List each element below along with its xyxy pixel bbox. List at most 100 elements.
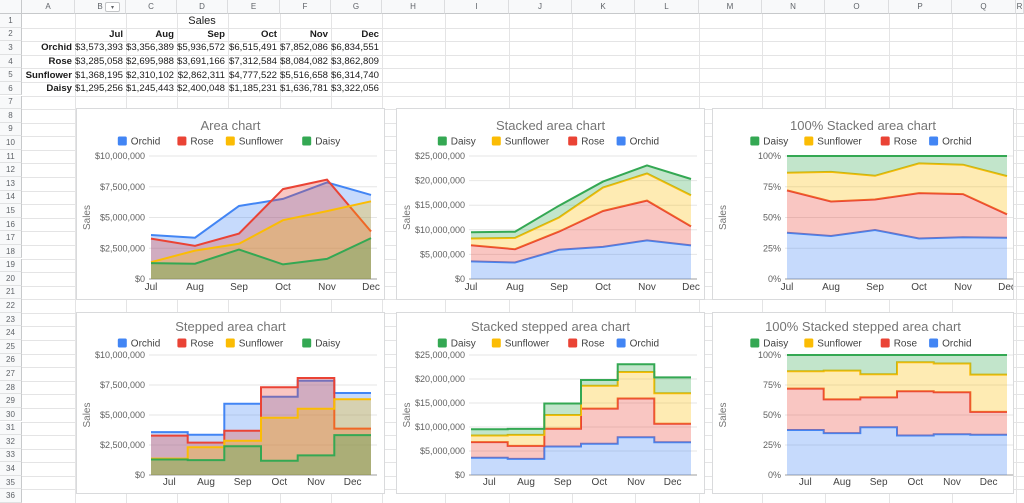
cell-month[interactable]: Nov — [280, 28, 331, 42]
row-header-9[interactable]: 9 — [0, 122, 22, 137]
cell-row-label[interactable]: Daisy — [22, 82, 75, 96]
column-header-R[interactable]: R — [1016, 0, 1024, 14]
column-header-O[interactable]: O — [825, 0, 889, 14]
cell-title[interactable]: Sales — [22, 14, 382, 28]
row-header-4[interactable]: 4 — [0, 54, 22, 69]
row-header-6[interactable]: 6 — [0, 81, 22, 96]
row-header-7[interactable]: 7 — [0, 95, 22, 110]
cell-row-label[interactable]: Orchid — [22, 41, 75, 55]
row-header-16[interactable]: 16 — [0, 217, 22, 232]
cell-value[interactable]: $6,314,740 — [331, 68, 382, 82]
column-header-P[interactable]: P — [889, 0, 952, 14]
column-header-J[interactable]: J — [509, 0, 572, 14]
column-header-L[interactable]: L — [635, 0, 699, 14]
cell-value[interactable]: $1,295,256 — [75, 82, 126, 96]
cell-value[interactable]: $2,310,102 — [126, 68, 177, 82]
column-header-E[interactable]: E — [228, 0, 280, 14]
row-header-1[interactable]: 1 — [0, 14, 22, 28]
cell-value[interactable]: $6,515,491 — [228, 41, 280, 55]
column-header-M[interactable]: M — [699, 0, 762, 14]
row-header-19[interactable]: 19 — [0, 258, 22, 273]
legend-label: Orchid — [630, 137, 659, 148]
row-header-32[interactable]: 32 — [0, 435, 22, 449]
row-header-27[interactable]: 27 — [0, 367, 22, 381]
row-header-8[interactable]: 8 — [0, 109, 22, 123]
column-header-G[interactable]: G — [331, 0, 382, 14]
cell-value[interactable]: $3,691,166 — [177, 55, 228, 69]
cell-value[interactable]: $2,400,048 — [177, 82, 228, 96]
row-header-2[interactable]: 2 — [0, 27, 22, 42]
cell-month[interactable]: Sep — [177, 28, 228, 42]
cell-row-label[interactable]: Rose — [22, 55, 75, 69]
column-header-A[interactable]: A — [22, 0, 75, 14]
row-header-15[interactable]: 15 — [0, 204, 22, 218]
row-header-21[interactable]: 21 — [0, 285, 22, 300]
cell-value[interactable]: $1,636,781 — [280, 82, 331, 96]
row-header-14[interactable]: 14 — [0, 190, 22, 205]
row-header-22[interactable]: 22 — [0, 299, 22, 313]
y-tick-label: $0 — [135, 274, 145, 284]
row-header-31[interactable]: 31 — [0, 421, 22, 436]
row-header-33[interactable]: 33 — [0, 448, 22, 463]
chart-area-chart[interactable]: Area chart Orchid Rose Sunflower Daisy $0 $2,5… — [76, 108, 385, 300]
column-header-F[interactable]: F — [280, 0, 331, 14]
row-header-11[interactable]: 11 — [0, 149, 22, 164]
cell-value[interactable]: $1,185,231 — [228, 82, 280, 96]
cell-value[interactable]: $3,573,393 — [75, 41, 126, 55]
chart-100-stacked-area-chart[interactable]: 100% Stacked area chart Daisy Sunflower Ros… — [712, 108, 1014, 300]
cell-value[interactable]: $7,312,584 — [228, 55, 280, 69]
cell-value[interactable]: $1,245,443 — [126, 82, 177, 96]
row-header-13[interactable]: 13 — [0, 177, 22, 191]
cell-value[interactable]: $5,516,658 — [280, 68, 331, 82]
chart-stacked-stepped-area-chart[interactable]: Stacked stepped area chart Daisy Sunflower… — [396, 312, 705, 494]
row-header-30[interactable]: 30 — [0, 407, 22, 422]
row-header-35[interactable]: 35 — [0, 475, 22, 490]
row-header-36[interactable]: 36 — [0, 489, 22, 503]
row-header-26[interactable]: 26 — [0, 353, 22, 368]
cell-value[interactable]: $7,852,086 — [280, 41, 331, 55]
cell-value[interactable]: $3,862,809 — [331, 55, 382, 69]
column-header-Q[interactable]: Q — [952, 0, 1016, 14]
row-header-23[interactable]: 23 — [0, 312, 22, 327]
cell-month[interactable]: Aug — [126, 28, 177, 42]
y-axis-title: Sales — [402, 205, 413, 230]
column-header-K[interactable]: K — [572, 0, 635, 14]
cell-month[interactable]: Oct — [228, 28, 280, 42]
chart-stepped-area-chart[interactable]: Stepped area chart Orchid Rose Sunflower Dai… — [76, 312, 385, 494]
x-tick-label: Sep — [234, 477, 252, 488]
row-header-17[interactable]: 17 — [0, 231, 22, 245]
cell-value[interactable]: $2,695,988 — [126, 55, 177, 69]
select-all-corner[interactable] — [0, 0, 22, 14]
column-header-I[interactable]: I — [445, 0, 509, 14]
cell-value[interactable]: $3,285,058 — [75, 55, 126, 69]
cell-value[interactable]: $5,936,572 — [177, 41, 228, 55]
row-header-29[interactable]: 29 — [0, 394, 22, 408]
cell-value[interactable]: $8,084,082 — [280, 55, 331, 69]
column-header-H[interactable]: H — [382, 0, 445, 14]
column-b-dropdown-button[interactable]: ▾ — [105, 2, 120, 12]
column-header-D[interactable]: D — [177, 0, 228, 14]
cell-row-label[interactable]: Sunflower — [22, 68, 75, 82]
row-header-20[interactable]: 20 — [0, 272, 22, 286]
row-header-28[interactable]: 28 — [0, 380, 22, 395]
row-header-24[interactable]: 24 — [0, 326, 22, 340]
row-header-12[interactable]: 12 — [0, 163, 22, 177]
cell-month[interactable]: Jul — [75, 28, 126, 42]
cell-value[interactable]: $1,368,195 — [75, 68, 126, 82]
row-header-34[interactable]: 34 — [0, 462, 22, 476]
cell-value[interactable]: $2,862,311 — [177, 68, 228, 82]
chart-stacked-area-chart[interactable]: Stacked area chart Daisy Sunflower Rose Orch… — [396, 108, 705, 300]
chart-100-stacked-stepped-area-chart[interactable]: 100% Stacked stepped area chart Daisy Sunf… — [712, 312, 1014, 494]
row-header-25[interactable]: 25 — [0, 340, 22, 354]
cell-value[interactable]: $4,777,522 — [228, 68, 280, 82]
row-header-18[interactable]: 18 — [0, 244, 22, 259]
cell-value[interactable]: $6,834,551 — [331, 41, 382, 55]
row-header-5[interactable]: 5 — [0, 68, 22, 82]
column-header-N[interactable]: N — [762, 0, 825, 14]
cell-value[interactable]: $3,322,056 — [331, 82, 382, 96]
cell-value[interactable]: $3,356,389 — [126, 41, 177, 55]
row-header-3[interactable]: 3 — [0, 41, 22, 55]
cell-month[interactable]: Dec — [331, 28, 382, 42]
row-header-10[interactable]: 10 — [0, 136, 22, 150]
column-header-C[interactable]: C — [126, 0, 177, 14]
